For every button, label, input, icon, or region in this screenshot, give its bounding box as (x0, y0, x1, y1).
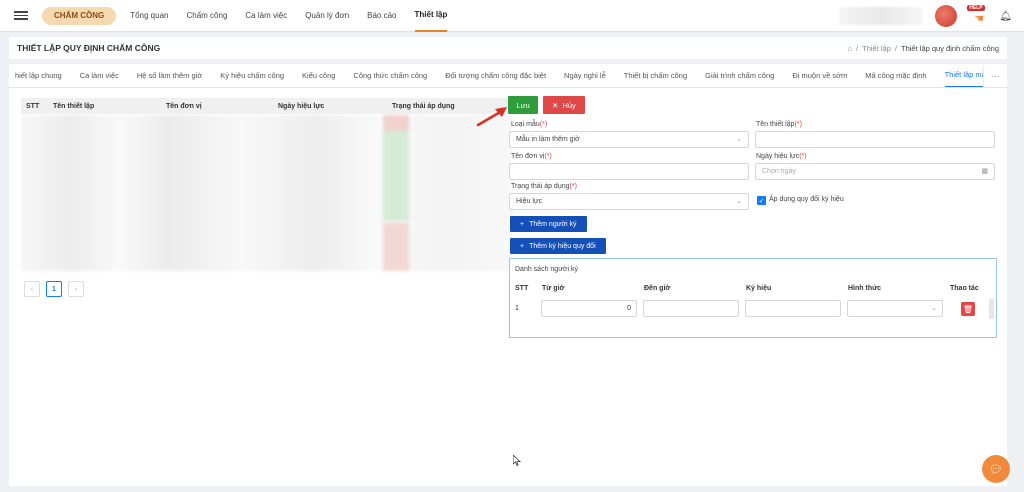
status-label: Trạng thái áp dụng(*) (511, 183, 577, 190)
col-stt: STT (26, 102, 40, 110)
nav-attendance[interactable]: Chấm công (186, 0, 227, 32)
mouse-cursor-icon (513, 455, 521, 466)
tab-special-subjects[interactable]: Đối tượng chấm công đặc biệt (445, 64, 546, 87)
tab-attendance-symbols[interactable]: Ký hiệu chấm công (220, 64, 284, 87)
save-button[interactable]: Lưu (508, 96, 538, 114)
effective-date-label: Ngày hiệu lực(*) (756, 153, 807, 160)
setting-name-label: Tên thiết lập(*) (756, 121, 802, 128)
signer-list-panel: Danh sách người ký STT Từ giờ Đến giờ Ký… (509, 258, 997, 338)
page-title: THIẾT LẬP QUY ĐỊNH CHẤM CÔNG (17, 43, 161, 53)
nav-reports[interactable]: Báo cáo (367, 0, 396, 32)
col-setting-name: Tên thiết lập (53, 102, 95, 110)
nav-settings[interactable]: Thiết lập (414, 0, 448, 32)
status-select[interactable]: Hiệu lực ⌄ (509, 193, 749, 210)
blurred-user-info (839, 7, 924, 25)
avatar[interactable] (935, 5, 958, 27)
tab-general[interactable]: hiết lập chung (15, 64, 62, 87)
close-icon: ✕ (552, 100, 559, 110)
bell-icon[interactable]: 🔔︎ (999, 11, 1012, 22)
col-status: Trạng thái áp dụng (392, 102, 455, 110)
tab-work-types[interactable]: Kiểu công (302, 64, 335, 87)
effective-date-picker[interactable]: Chọn ngày ▦ (755, 163, 995, 180)
signer-list-title: Danh sách người ký (515, 266, 578, 273)
col-stt: STT (515, 285, 529, 292)
hand-pointer-icon: ☚ (974, 13, 985, 25)
breadcrumb-separator: / (894, 43, 898, 53)
tab-shifts[interactable]: Ca làm việc (80, 64, 119, 87)
col-to-hour: Đến giờ (644, 285, 671, 292)
breadcrumb-separator: / (856, 43, 859, 53)
help-badge: HELP (967, 5, 985, 11)
next-page-button[interactable]: › (68, 281, 84, 297)
col-type: Hình thức (848, 285, 882, 292)
add-conversion-button[interactable]: + Thêm ký hiệu quy đổi (510, 238, 606, 254)
row-scrollbar[interactable] (989, 299, 994, 319)
main-nav: Tổng quan Chấm công Ca làm việc Quản lý … (130, 0, 448, 32)
symbol-input[interactable] (745, 300, 841, 317)
col-from-hour: Từ giờ (542, 285, 565, 292)
signer-table-header: STT Từ giờ Đến giờ Ký hiệu Hình thức Tha… (511, 283, 989, 297)
tab-late-early[interactable]: Đi muộn về sớm (792, 64, 847, 87)
page-1-button[interactable]: 1 (46, 281, 62, 297)
type-select[interactable]: ⌄ (847, 300, 943, 317)
setting-name-input[interactable] (755, 131, 995, 148)
chat-icon: 💬︎ (989, 463, 1003, 476)
list-table-header: STT Tên thiết lập Tên đơn vị Ngày hiệu l… (21, 98, 513, 114)
pagination: ‹ 1 › (24, 281, 84, 297)
add-signer-button[interactable]: + Thêm người ký (510, 216, 587, 232)
template-type-select[interactable]: Mẫu in làm thêm giờ ⌄ (509, 131, 749, 148)
breadcrumb-settings[interactable]: Thiết lập (862, 44, 891, 53)
menu-icon[interactable] (14, 11, 28, 20)
red-arrow-annotation (476, 107, 507, 127)
tab-devices[interactable]: Thiết bị chấm công (624, 64, 687, 87)
content-panel: STT Tên thiết lập Tên đơn vị Ngày hiệu l… (9, 88, 1007, 486)
tab-explanations[interactable]: Giải trình chấm công (705, 64, 774, 87)
nav-requests[interactable]: Quản lý đơn (305, 0, 349, 32)
prev-page-button[interactable]: ‹ (24, 281, 40, 297)
row-index: 1 (515, 305, 519, 312)
home-icon[interactable]: ⌂ (848, 44, 853, 53)
apply-conversion-checkbox[interactable]: ✓ (757, 196, 766, 205)
col-unit-name: Tên đơn vị (166, 102, 202, 110)
template-type-label: Loại mẫu(*) (511, 121, 548, 128)
blurred-table-body (21, 115, 513, 271)
page-header: THIẾT LẬP QUY ĐỊNH CHẤM CÔNG ⌂ / Thiết l… (9, 37, 1007, 59)
unit-name-input[interactable] (509, 163, 749, 180)
module-switcher[interactable]: CHẤM CÔNG (42, 6, 117, 25)
chevron-down-icon: ⌄ (931, 305, 937, 312)
tab-default-codes[interactable]: Mã công mặc định (865, 64, 926, 87)
col-effective-date: Ngày hiệu lực (278, 102, 325, 110)
from-hour-input[interactable]: 0 (541, 300, 637, 317)
help-icon[interactable]: HELP ☚ (967, 5, 987, 25)
chevron-down-icon: ⌄ (736, 136, 742, 143)
apply-conversion-label: Áp dụng quy đổi ký hiệu (769, 196, 844, 203)
settings-tabs: hiết lập chung Ca làm việc Hệ số làm thê… (9, 64, 1007, 88)
plus-icon: + (520, 242, 525, 250)
top-right-tools: HELP ☚ 🔔︎ (839, 0, 1012, 32)
nav-overview[interactable]: Tổng quan (130, 0, 168, 32)
tab-overtime-rate[interactable]: Hệ số làm thêm giờ (137, 64, 202, 87)
plus-icon: + (520, 220, 525, 228)
cancel-button[interactable]: ✕ Hủy (543, 96, 585, 114)
col-actions: Thao tác (950, 285, 979, 292)
cancel-label: Hủy (562, 100, 576, 110)
to-hour-input[interactable] (643, 300, 739, 317)
trash-icon: 🗑︎ (962, 304, 974, 314)
col-symbol: Ký hiệu (746, 285, 772, 292)
chat-button[interactable]: 💬︎ (982, 455, 1010, 483)
calendar-icon: ▦ (981, 168, 988, 175)
breadcrumb-current: Thiết lập quy định chấm công (901, 43, 999, 53)
tab-formula[interactable]: Công thức chấm công (353, 64, 427, 87)
chevron-down-icon: ⌄ (736, 198, 742, 205)
tab-holidays[interactable]: Ngày nghỉ lễ (564, 64, 606, 87)
nav-shifts[interactable]: Ca làm việc (245, 0, 287, 32)
top-bar: CHẤM CÔNG Tổng quan Chấm công Ca làm việ… (0, 0, 1024, 32)
breadcrumb: ⌂ / Thiết lập / Thiết lập quy định chấm … (848, 37, 999, 59)
delete-row-button[interactable]: 🗑︎ (961, 302, 975, 316)
table-row: 1 0 ⌄ 🗑︎ (511, 299, 994, 319)
unit-name-label: Tên đơn vị(*) (511, 153, 552, 160)
more-tabs-icon[interactable]: ··· (983, 64, 1007, 87)
